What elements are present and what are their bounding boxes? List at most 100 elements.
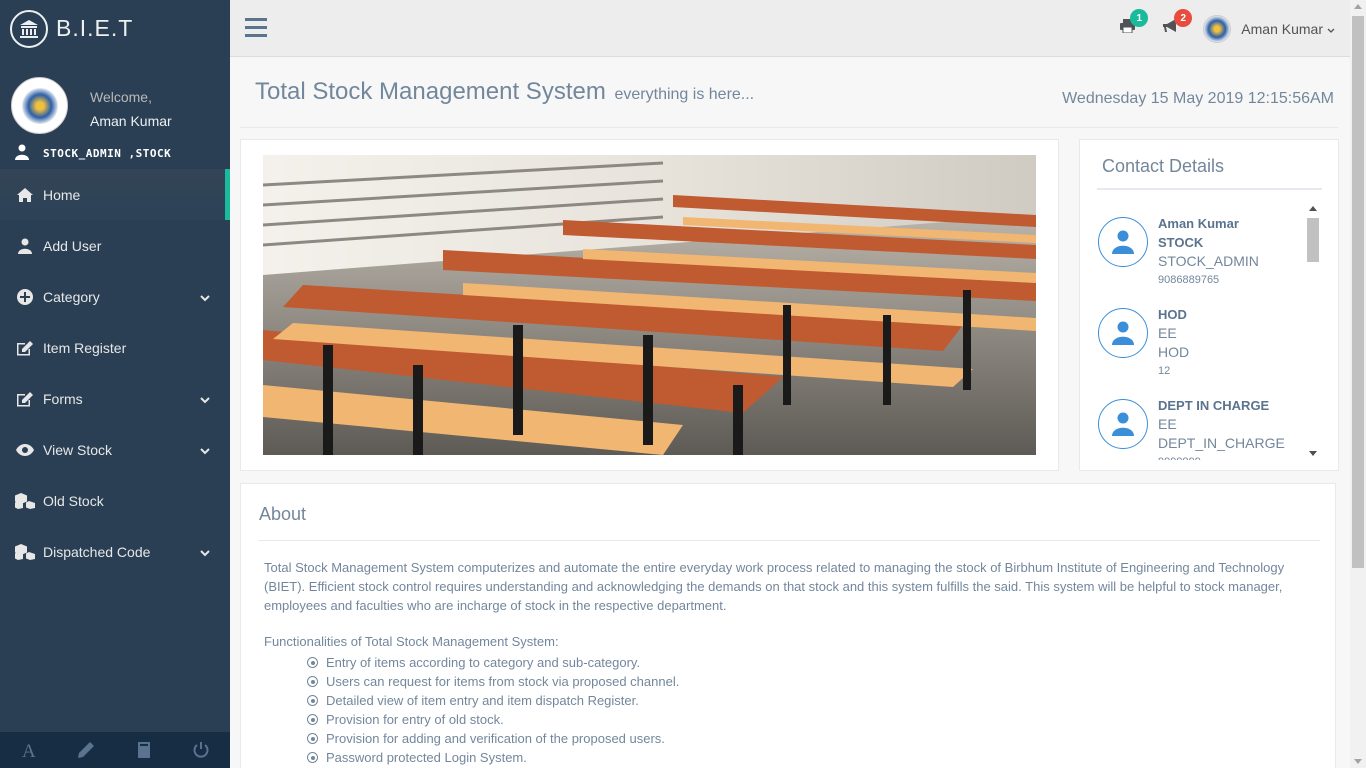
sidebar-footer: A [0, 732, 230, 768]
sidebar-item-label: Add User [43, 237, 102, 254]
list-item-text: Password protected Login System. [326, 750, 527, 765]
scroll-up-icon[interactable] [1354, 4, 1362, 9]
brand-name: B.I.E.T [56, 15, 134, 41]
profile-block: Welcome, Aman Kumar [0, 57, 230, 137]
classroom-photo [263, 155, 1036, 455]
dot-circle-icon [307, 733, 318, 744]
contact-list[interactable]: Aman Kumar STOCK STOCK_ADMIN 9086889765 … [1095, 200, 1307, 460]
divider [1097, 188, 1322, 190]
sidebar-item-label: Dispatched Code [43, 543, 151, 560]
scroll-down-icon[interactable] [1309, 451, 1317, 456]
contact-item: DEPT IN CHARGE EE DEPT_IN_CHARGE 9999999 [1095, 382, 1307, 460]
dot-circle-icon [307, 695, 318, 706]
top-navbar: 1 2 Aman Kumar [230, 0, 1350, 57]
print-badge: 1 [1130, 9, 1149, 27]
dot-circle-icon [307, 657, 318, 668]
chevron-down-icon [200, 544, 210, 560]
user-menu-name: Aman Kumar [1241, 20, 1323, 37]
about-text: Total Stock Management System computeriz… [264, 560, 1285, 613]
about-panel: About Total Stock Management System comp… [240, 483, 1336, 768]
contact-role: DEPT_IN_CHARGE [1158, 435, 1285, 451]
eye-icon [15, 443, 35, 456]
contact-dept: EE [1158, 416, 1177, 432]
profile-username: Aman Kumar [90, 113, 172, 129]
contact-role: STOCK_ADMIN [1158, 253, 1259, 269]
user-avatar [1203, 14, 1232, 43]
dot-circle-icon [307, 676, 318, 687]
sidebar-item-label: Item Register [43, 339, 127, 356]
sidebar-item-item-register[interactable]: Item Register [0, 322, 230, 373]
list-item: Provision for adding and verification of… [307, 729, 679, 748]
chevron-down-icon [200, 289, 210, 305]
contact-heading: Contact Details [1102, 156, 1225, 176]
sidebar-item-label: Home [43, 186, 81, 203]
user-icon [15, 238, 35, 254]
chevron-down-icon [200, 391, 210, 407]
sidebar-item-view-stock[interactable]: View Stock [0, 424, 230, 475]
brand[interactable]: B.I.E.T [0, 0, 230, 57]
contact-dept: EE [1158, 325, 1177, 341]
contact-role: HOD [1158, 344, 1190, 360]
cubes-icon [15, 543, 35, 560]
role-line: STOCK_ADMIN ,STOCK [0, 137, 230, 169]
scroll-thumb[interactable] [1352, 16, 1364, 568]
divider [240, 127, 1338, 128]
sidebar-item-old-stock[interactable]: Old Stock [0, 475, 230, 526]
list-item-text: Provision for adding and verification of… [326, 731, 665, 746]
contact-panel: Contact Details Aman Kumar STOCK STOCK_A… [1079, 139, 1339, 471]
print-notification[interactable]: 1 [1105, 0, 1149, 57]
contact-name: HOD [1158, 307, 1187, 322]
sidebar-item-home[interactable]: Home [0, 169, 230, 220]
sidebar: B.I.E.T Welcome, Aman Kumar STOCK_ADMIN … [0, 0, 230, 768]
contact-item: Aman Kumar STOCK STOCK_ADMIN 9086889765 [1095, 200, 1307, 291]
datetime-display: Wednesday 15 May 2019 12:15:56AM [1062, 90, 1334, 107]
contact-phone: 9086889765 [1158, 274, 1220, 286]
user-icon [15, 144, 29, 163]
plus-circle-icon [15, 288, 35, 305]
user-icon [1098, 399, 1148, 449]
list-item: Users can request for items from stock v… [307, 672, 679, 691]
institution-icon [10, 9, 48, 48]
list-item-text: Entry of items according to category and… [326, 655, 641, 670]
list-item: Detailed view of item entry and item dis… [307, 691, 679, 710]
home-icon [15, 187, 35, 202]
scroll-up-icon[interactable] [1309, 206, 1317, 211]
contact-scrollbar[interactable] [1306, 202, 1320, 460]
pencil-icon[interactable] [58, 732, 116, 768]
sidebar-item-forms[interactable]: Forms [0, 373, 230, 424]
edit-icon [15, 391, 35, 407]
contact-name: DEPT IN CHARGE [1158, 398, 1270, 413]
announcement-notification[interactable]: 2 [1149, 0, 1193, 57]
list-item-text: Users can request for items from stock v… [326, 674, 680, 689]
font-icon[interactable]: A [0, 732, 58, 768]
list-item: Password protected Login System. [307, 748, 679, 767]
dot-circle-icon [307, 714, 318, 725]
functionalities-list: Entry of items according to category and… [307, 653, 679, 767]
list-item: Provision for entry of old stock. [307, 710, 679, 729]
page-title-text: Total Stock Management System [255, 78, 606, 105]
scroll-thumb[interactable] [1307, 218, 1319, 262]
page-subtitle: everything is here... [614, 86, 755, 103]
power-icon[interactable] [173, 732, 231, 768]
user-icon [1098, 308, 1148, 358]
user-menu[interactable]: Aman Kumar [1203, 14, 1335, 43]
sidebar-item-dispatched-code[interactable]: Dispatched Code [0, 526, 230, 577]
contact-phone: 12 [1158, 365, 1171, 377]
page-title: Total Stock Management System everything… [255, 78, 754, 106]
chevron-down-icon [200, 442, 210, 458]
dot-circle-icon [307, 752, 318, 763]
functionalities-title: Functionalities of Total Stock Managemen… [264, 634, 559, 649]
cubes-icon [15, 492, 35, 509]
welcome-text: Welcome, [90, 89, 152, 105]
role-text: STOCK_ADMIN ,STOCK [43, 146, 172, 160]
sidebar-item-category[interactable]: Category [0, 271, 230, 322]
profile-avatar [11, 77, 68, 134]
image-panel [240, 139, 1059, 471]
scroll-down-icon[interactable] [1354, 759, 1362, 764]
menu-toggle-icon[interactable] [245, 17, 267, 42]
page-scrollbar[interactable] [1350, 0, 1366, 768]
sidebar-item-add-user[interactable]: Add User [0, 220, 230, 271]
sidebar-item-label: Forms [43, 390, 83, 407]
announcement-badge: 2 [1174, 9, 1193, 27]
book-icon[interactable] [115, 732, 173, 768]
